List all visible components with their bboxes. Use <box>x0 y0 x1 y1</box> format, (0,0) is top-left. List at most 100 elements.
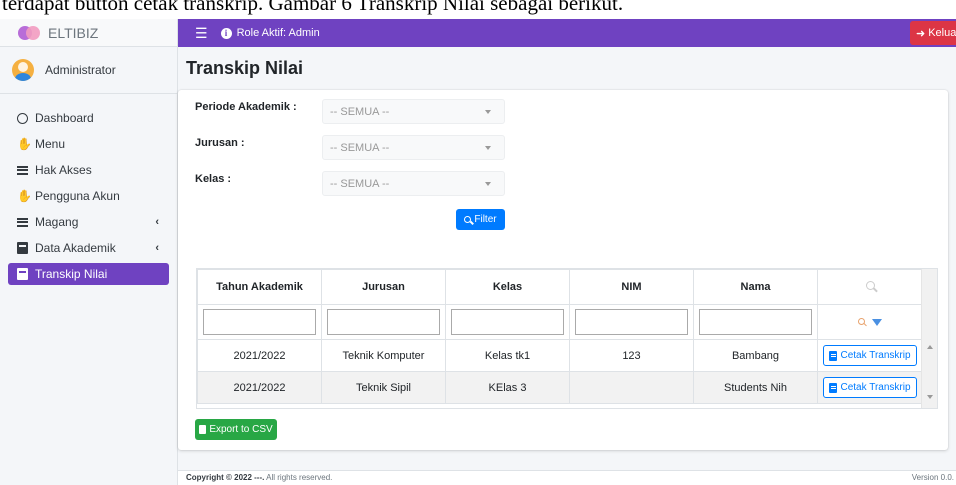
cetak-transkrip-label: Cetak Transkrip <box>840 350 911 361</box>
info-icon: i <box>220 27 232 39</box>
brand-logo-icon <box>18 25 40 40</box>
sidebar-item-label: Transkip Nilai <box>35 267 108 281</box>
jurusan-select[interactable]: -- SEMUA -- <box>322 135 505 160</box>
search-icon <box>464 216 472 223</box>
search-input-jurusan[interactable] <box>327 309 440 335</box>
user-panel[interactable]: Administrator <box>0 47 177 94</box>
search-input-nim[interactable] <box>575 309 688 335</box>
caret-down-icon <box>485 182 491 186</box>
chevron-left-icon: ‹ <box>155 242 159 254</box>
column-header-tahun[interactable]: Tahun Akademik <box>197 269 322 305</box>
list-icon <box>17 217 35 227</box>
cell-kelas: Kelas tk1 <box>445 339 570 372</box>
cetak-transkrip-button[interactable]: Cetak Transkrip <box>823 377 917 398</box>
hamburger-menu-icon[interactable]: ☰ <box>195 25 208 42</box>
cetak-transkrip-button[interactable]: Cetak Transkrip <box>823 345 917 366</box>
sidebar-item-transkip-nilai[interactable]: Transkip Nilai <box>8 263 169 285</box>
sidebar-item-magang[interactable]: Magang ‹ <box>8 211 169 233</box>
search-input-nama[interactable] <box>699 309 812 335</box>
cell-tahun: 2021/2022 <box>197 339 322 372</box>
scroll-up-icon[interactable] <box>927 345 933 349</box>
sidebar-item-hak-akses[interactable]: Hak Akses <box>8 159 169 181</box>
search-input-tahun[interactable] <box>203 309 316 335</box>
periode-label: Periode Akademik : <box>195 101 297 113</box>
search-input-kelas[interactable] <box>451 309 564 335</box>
sidebar-nav: Dashboard ✋ Menu Hak Akses ✋ Pengguna Ak… <box>0 94 177 285</box>
list-icon <box>17 165 35 175</box>
periode-select[interactable]: -- SEMUA -- <box>322 99 505 124</box>
transkrip-table: Tahun Akademik Jurusan Kelas NIM Nama 20… <box>196 268 938 409</box>
topbar: ☰ i Role Aktif: Admin ➜ Keluar <box>178 19 956 47</box>
book-icon <box>17 242 35 254</box>
search-icon[interactable] <box>857 318 865 325</box>
role-label: Role Aktif: Admin <box>236 27 320 39</box>
sidebar-item-label: Data Akademik <box>35 241 116 255</box>
sidebar: ELTIBIZ Administrator Dashboard ✋ Menu H… <box>0 19 178 485</box>
cell-jurusan: Teknik Sipil <box>321 371 446 404</box>
periode-select-value: -- SEMUA -- <box>330 105 390 118</box>
cetak-transkrip-label: Cetak Transkrip <box>840 382 911 393</box>
copyright-owner: Copyright © 2022 ---. <box>186 473 265 482</box>
export-csv-label: Export to CSV <box>209 424 273 435</box>
cell-tahun: 2021/2022 <box>197 371 322 404</box>
cell-jurusan: Teknik Komputer <box>321 339 446 372</box>
sidebar-item-label: Menu <box>35 137 66 151</box>
column-header-nama[interactable]: Nama <box>693 269 818 305</box>
cell-kelas: KElas 3 <box>445 371 570 404</box>
book-icon <box>829 350 838 361</box>
table-header-row: Tahun Akademik Jurusan Kelas NIM Nama <box>197 269 923 305</box>
sidebar-item-data-akademik[interactable]: Data Akademik ‹ <box>8 237 169 259</box>
table-row: 2021/2022 Teknik Sipil KElas 3 Students … <box>197 371 923 404</box>
hand-icon: ✋ <box>17 189 32 203</box>
filter-button-label: Filter <box>474 214 497 225</box>
main-content: Transkip Nilai Periode Akademik : -- SEM… <box>178 47 956 485</box>
table-row: 2021/2022 Teknik Komputer Kelas tk1 123 … <box>197 339 923 372</box>
logout-button[interactable]: ➜ Keluar <box>910 21 956 45</box>
jurusan-label: Jurusan : <box>195 137 245 149</box>
logout-label: Keluar <box>928 27 956 39</box>
sidebar-item-label: Hak Akses <box>35 163 92 177</box>
sidebar-item-label: Magang <box>35 215 79 229</box>
cell-nama: Students Nih <box>693 371 818 404</box>
column-search-row <box>197 304 923 340</box>
sidebar-item-menu[interactable]: ✋ Menu <box>8 133 169 155</box>
search-icon <box>865 281 875 290</box>
scroll-down-icon[interactable] <box>927 395 933 399</box>
column-header-jurusan[interactable]: Jurusan <box>321 269 446 305</box>
column-header-nim[interactable]: NIM <box>569 269 694 305</box>
version-label: Version 0.0. <box>911 473 954 482</box>
page-title: Transkip Nilai <box>186 58 304 78</box>
transkrip-card: Periode Akademik : -- SEMUA -- Jurusan :… <box>178 90 948 450</box>
cell-nama: Bambang <box>693 339 818 372</box>
jurusan-select-value: -- SEMUA -- <box>330 141 390 154</box>
document-caption: terdapat button cetak transkrip. Gambar … <box>0 0 956 19</box>
cell-nim <box>569 371 694 404</box>
column-header-action <box>817 269 923 305</box>
sidebar-item-pengguna-akun[interactable]: ✋ Pengguna Akun <box>8 185 169 207</box>
book-icon <box>829 382 838 393</box>
kelas-select[interactable]: -- SEMUA -- <box>322 171 505 196</box>
book-icon <box>17 268 35 280</box>
avatar <box>12 59 34 81</box>
table-scrollbar[interactable] <box>921 269 937 408</box>
footer: Copyright © 2022 ---. All rights reserve… <box>178 470 956 485</box>
brand[interactable]: ELTIBIZ <box>0 19 177 47</box>
caret-down-icon <box>485 110 491 114</box>
cell-nim: 123 <box>569 339 694 372</box>
sidebar-item-label: Dashboard <box>35 111 94 125</box>
role-indicator: i Role Aktif: Admin <box>220 27 320 39</box>
file-icon <box>199 425 207 434</box>
sidebar-item-dashboard[interactable]: Dashboard <box>8 107 169 129</box>
caret-down-icon <box>485 146 491 150</box>
circle-icon <box>17 112 35 124</box>
hand-icon: ✋ <box>17 137 32 151</box>
copyright-text: All rights reserved. <box>264 473 333 482</box>
export-csv-button[interactable]: Export to CSV <box>195 419 277 440</box>
kelas-label: Kelas : <box>195 173 232 185</box>
filter-button[interactable]: Filter <box>456 209 505 230</box>
column-header-kelas[interactable]: Kelas <box>445 269 570 305</box>
sign-out-icon: ➜ <box>916 27 926 40</box>
filter-icon[interactable] <box>872 318 883 326</box>
sidebar-item-label: Pengguna Akun <box>35 189 120 203</box>
chevron-left-icon: ‹ <box>155 216 159 228</box>
